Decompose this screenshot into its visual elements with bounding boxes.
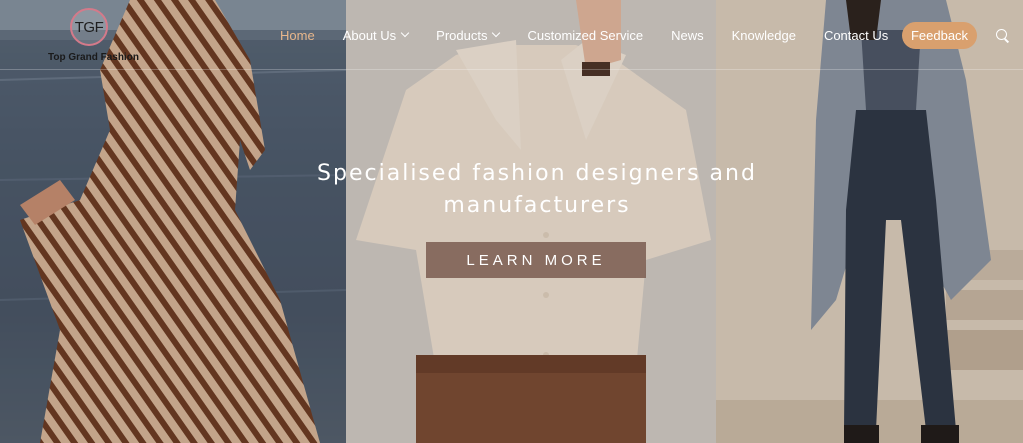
- nav-home-label: Home: [280, 27, 315, 43]
- hero-headline-line2: manufacturers: [443, 193, 631, 218]
- logo-name: Top Grand Fashion: [48, 52, 139, 63]
- logo-initials: TGF: [74, 18, 104, 36]
- nav-products[interactable]: Products: [436, 27, 501, 43]
- header-divider: [0, 69, 1023, 70]
- nav-about-us-label: About Us: [342, 27, 397, 43]
- chevron-down-icon: [400, 28, 410, 38]
- logo-mark: TGF: [70, 8, 108, 46]
- feedback-button[interactable]: Feedback: [902, 22, 977, 49]
- main-nav: Home About Us Products Customized Servic…: [280, 22, 916, 48]
- nav-knowledge-label: Knowledge: [731, 27, 796, 43]
- nav-news-label: News: [671, 27, 704, 43]
- nav-home[interactable]: Home: [280, 28, 315, 43]
- hero-headline-line1: Specialised fashion designers and: [317, 161, 757, 186]
- nav-customized-service[interactable]: Customized Service: [527, 28, 643, 43]
- nav-customized-service-label: Customized Service: [527, 27, 644, 43]
- learn-more-button[interactable]: LEARN MORE: [426, 242, 646, 278]
- chevron-down-icon: [492, 28, 501, 38]
- nav-contact-us-label: Contact Us: [823, 27, 889, 43]
- search-icon[interactable]: [996, 29, 1009, 42]
- logo[interactable]: TGF Top Grand Fashion: [48, 8, 140, 64]
- nav-about-us[interactable]: About Us: [342, 27, 410, 43]
- nav-products-label: Products: [436, 27, 488, 43]
- nav-news[interactable]: News: [671, 28, 704, 43]
- site-header: TGF Top Grand Fashion Home About Us Prod…: [0, 0, 1023, 70]
- nav-contact-us[interactable]: Contact Us: [824, 28, 888, 43]
- hero-headline: Specialised fashion designers and manufa…: [300, 158, 774, 222]
- nav-knowledge[interactable]: Knowledge: [732, 28, 796, 43]
